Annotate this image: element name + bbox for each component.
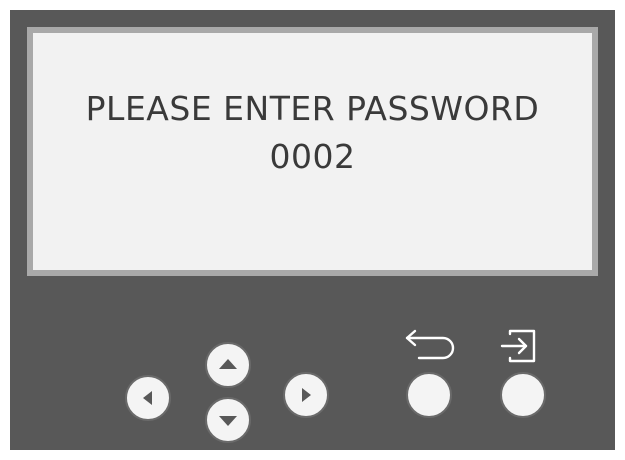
down-button[interactable] — [205, 397, 251, 443]
enter-icon — [500, 329, 536, 363]
lcd-display: PLEASE ENTER PASSWORD 0002 — [33, 33, 592, 270]
up-button[interactable] — [205, 342, 251, 388]
back-button[interactable] — [406, 372, 452, 418]
arrow-right-icon — [302, 388, 311, 402]
arrow-down-icon — [219, 416, 237, 426]
right-button[interactable] — [283, 372, 329, 418]
display-password-value: 0002 — [269, 137, 356, 176]
arrow-up-icon — [219, 359, 237, 369]
enter-button[interactable] — [500, 372, 546, 418]
back-arrow-icon — [405, 329, 455, 360]
arrow-left-icon — [143, 391, 152, 405]
left-button[interactable] — [125, 375, 171, 421]
display-text: PLEASE ENTER PASSWORD 0002 — [33, 85, 592, 181]
lcd-display-frame: PLEASE ENTER PASSWORD 0002 — [27, 27, 598, 276]
control-panel: PLEASE ENTER PASSWORD 0002 — [10, 10, 615, 450]
display-message: PLEASE ENTER PASSWORD — [85, 89, 540, 128]
